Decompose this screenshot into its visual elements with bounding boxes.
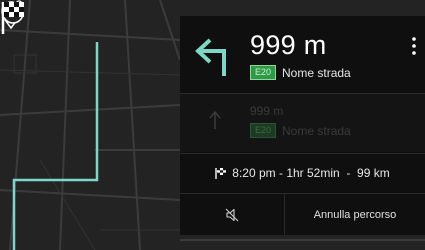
road-code-badge: E20 <box>250 65 277 80</box>
trip-summary: 8:20 pm - 1hr 52min - 99 km <box>180 156 425 190</box>
more-vertical-icon[interactable] <box>411 36 417 56</box>
next-maneuver-distance: 999 m <box>250 104 284 118</box>
speaker-muted-icon <box>225 208 239 221</box>
trip-summary-text: 8:20 pm - 1hr 52min - 99 km <box>232 166 390 180</box>
primary-instruction[interactable]: 999 m E20 Nome strada <box>180 16 425 92</box>
navigation-panel: 999 m E20 Nome strada 999 m E20 Nome str… <box>180 16 425 235</box>
road-name: Nome strada <box>282 65 351 80</box>
cancel-route-button[interactable]: Annulla percorso <box>285 194 425 235</box>
action-bar: Annulla percorso <box>180 194 425 235</box>
turn-left-arrow-icon <box>195 38 226 76</box>
next-road-name: Nome strada <box>282 123 351 138</box>
next-road-code-badge: E20 <box>250 123 277 138</box>
checkered-flag-icon <box>1 2 24 34</box>
straight-arrow-icon <box>209 110 221 129</box>
divider <box>180 153 425 154</box>
checkered-flag-icon <box>215 168 227 179</box>
road-info: E20 Nome strada <box>250 65 351 80</box>
cancel-route-label: Annulla percorso <box>313 208 397 221</box>
next-road-info: E20 Nome strada <box>250 123 351 138</box>
mute-button[interactable] <box>180 194 285 235</box>
next-instruction[interactable]: 999 m E20 Nome strada <box>180 94 425 152</box>
maneuver-distance: 999 m <box>250 30 327 60</box>
